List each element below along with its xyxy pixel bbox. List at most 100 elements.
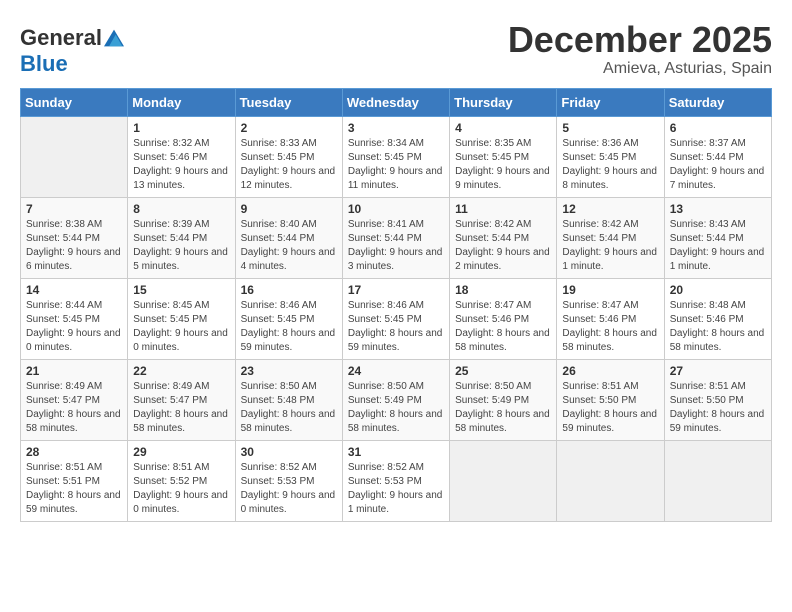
day-of-week-header: Thursday: [450, 88, 557, 116]
calendar-cell: 11 Sunrise: 8:42 AMSunset: 5:44 PMDayligh…: [450, 197, 557, 278]
day-detail: Sunrise: 8:33 AMSunset: 5:45 PMDaylight:…: [241, 137, 337, 193]
day-number: 2: [241, 121, 337, 135]
calendar-cell: 30 Sunrise: 8:52 AMSunset: 5:53 PMDayligh…: [235, 440, 342, 521]
day-number: 22: [133, 364, 229, 378]
day-number: 1: [133, 121, 229, 135]
day-number: 15: [133, 283, 229, 297]
day-detail: Sunrise: 8:37 AMSunset: 5:44 PMDaylight:…: [670, 137, 766, 193]
day-header-row: SundayMondayTuesdayWednesdayThursdayFrid…: [21, 88, 772, 116]
day-of-week-header: Wednesday: [342, 88, 449, 116]
day-detail: Sunrise: 8:49 AMSunset: 5:47 PMDaylight:…: [133, 380, 229, 436]
day-number: 31: [348, 445, 444, 459]
day-detail: Sunrise: 8:42 AMSunset: 5:44 PMDaylight:…: [455, 218, 551, 274]
day-detail: Sunrise: 8:47 AMSunset: 5:46 PMDaylight:…: [455, 299, 551, 355]
day-detail: Sunrise: 8:36 AMSunset: 5:45 PMDaylight:…: [562, 137, 658, 193]
calendar-cell: 19 Sunrise: 8:47 AMSunset: 5:46 PMDayligh…: [557, 278, 664, 359]
page-header: General Blue December 2025 Amieva, Astur…: [20, 20, 772, 78]
day-detail: Sunrise: 8:49 AMSunset: 5:47 PMDaylight:…: [26, 380, 122, 436]
calendar-cell: 31Sunrise: 8:52 AMSunset: 5:53 PMDayligh…: [342, 440, 449, 521]
day-detail: Sunrise: 8:52 AMSunset: 5:53 PMDaylight:…: [241, 461, 337, 517]
day-detail: Sunrise: 8:43 AMSunset: 5:44 PMDaylight:…: [670, 218, 766, 274]
day-number: 21: [26, 364, 122, 378]
day-number: 9: [241, 202, 337, 216]
calendar-cell: [664, 440, 771, 521]
day-number: 26: [562, 364, 658, 378]
day-detail: Sunrise: 8:45 AMSunset: 5:45 PMDaylight:…: [133, 299, 229, 355]
day-detail: Sunrise: 8:32 AMSunset: 5:46 PMDaylight:…: [133, 137, 229, 193]
day-detail: Sunrise: 8:51 AMSunset: 5:50 PMDaylight:…: [670, 380, 766, 436]
calendar-cell: 2 Sunrise: 8:33 AMSunset: 5:45 PMDaylight…: [235, 116, 342, 197]
calendar-cell: 20Sunrise: 8:48 AMSunset: 5:46 PMDayligh…: [664, 278, 771, 359]
day-detail: Sunrise: 8:46 AMSunset: 5:45 PMDaylight:…: [348, 299, 444, 355]
day-number: 28: [26, 445, 122, 459]
day-detail: Sunrise: 8:34 AMSunset: 5:45 PMDaylight:…: [348, 137, 444, 193]
day-number: 19: [562, 283, 658, 297]
day-number: 29: [133, 445, 229, 459]
day-number: 27: [670, 364, 766, 378]
day-detail: Sunrise: 8:39 AMSunset: 5:44 PMDaylight:…: [133, 218, 229, 274]
day-of-week-header: Saturday: [664, 88, 771, 116]
calendar-cell: 25Sunrise: 8:50 AMSunset: 5:49 PMDayligh…: [450, 359, 557, 440]
day-number: 13: [670, 202, 766, 216]
day-detail: Sunrise: 8:41 AMSunset: 5:44 PMDaylight:…: [348, 218, 444, 274]
calendar-week-row: 1 Sunrise: 8:32 AMSunset: 5:46 PMDaylight…: [21, 116, 772, 197]
day-number: 4: [455, 121, 551, 135]
logo-blue-text: Blue: [20, 51, 68, 77]
calendar-cell: 9 Sunrise: 8:40 AMSunset: 5:44 PMDaylight…: [235, 197, 342, 278]
day-detail: Sunrise: 8:51 AMSunset: 5:51 PMDaylight:…: [26, 461, 122, 517]
calendar-cell: 1 Sunrise: 8:32 AMSunset: 5:46 PMDaylight…: [128, 116, 235, 197]
day-number: 14: [26, 283, 122, 297]
calendar-week-row: 14Sunrise: 8:44 AMSunset: 5:45 PMDayligh…: [21, 278, 772, 359]
calendar-cell: 18 Sunrise: 8:47 AMSunset: 5:46 PMDayligh…: [450, 278, 557, 359]
calendar-cell: 13 Sunrise: 8:43 AMSunset: 5:44 PMDayligh…: [664, 197, 771, 278]
calendar-cell: 16Sunrise: 8:46 AMSunset: 5:45 PMDayligh…: [235, 278, 342, 359]
logo-icon: [104, 28, 124, 48]
location-title: Amieva, Asturias, Spain: [508, 60, 772, 78]
calendar-cell: 26Sunrise: 8:51 AMSunset: 5:50 PMDayligh…: [557, 359, 664, 440]
calendar-cell: 12 Sunrise: 8:42 AMSunset: 5:44 PMDayligh…: [557, 197, 664, 278]
calendar-cell: 3 Sunrise: 8:34 AMSunset: 5:45 PMDaylight…: [342, 116, 449, 197]
day-number: 5: [562, 121, 658, 135]
day-detail: Sunrise: 8:42 AMSunset: 5:44 PMDaylight:…: [562, 218, 658, 274]
day-number: 3: [348, 121, 444, 135]
day-detail: Sunrise: 8:35 AMSunset: 5:45 PMDaylight:…: [455, 137, 551, 193]
day-detail: Sunrise: 8:40 AMSunset: 5:44 PMDaylight:…: [241, 218, 337, 274]
day-number: 18: [455, 283, 551, 297]
day-detail: Sunrise: 8:50 AMSunset: 5:48 PMDaylight:…: [241, 380, 337, 436]
calendar-cell: 24 Sunrise: 8:50 AMSunset: 5:49 PMDayligh…: [342, 359, 449, 440]
day-detail: Sunrise: 8:47 AMSunset: 5:46 PMDaylight:…: [562, 299, 658, 355]
day-number: 8: [133, 202, 229, 216]
day-detail: Sunrise: 8:38 AMSunset: 5:44 PMDaylight:…: [26, 218, 122, 274]
day-number: 12: [562, 202, 658, 216]
day-detail: Sunrise: 8:50 AMSunset: 5:49 PMDaylight:…: [455, 380, 551, 436]
day-number: 10: [348, 202, 444, 216]
day-of-week-header: Friday: [557, 88, 664, 116]
day-of-week-header: Monday: [128, 88, 235, 116]
calendar-cell: 23 Sunrise: 8:50 AMSunset: 5:48 PMDayligh…: [235, 359, 342, 440]
calendar-cell: 8 Sunrise: 8:39 AMSunset: 5:44 PMDaylight…: [128, 197, 235, 278]
calendar-cell: 6 Sunrise: 8:37 AMSunset: 5:44 PMDaylight…: [664, 116, 771, 197]
calendar-cell: 5 Sunrise: 8:36 AMSunset: 5:45 PMDaylight…: [557, 116, 664, 197]
calendar-cell: 15 Sunrise: 8:45 AMSunset: 5:45 PMDayligh…: [128, 278, 235, 359]
day-detail: Sunrise: 8:50 AMSunset: 5:49 PMDaylight:…: [348, 380, 444, 436]
day-number: 6: [670, 121, 766, 135]
calendar-cell: 17Sunrise: 8:46 AMSunset: 5:45 PMDayligh…: [342, 278, 449, 359]
calendar-cell: 14Sunrise: 8:44 AMSunset: 5:45 PMDayligh…: [21, 278, 128, 359]
calendar-cell: [557, 440, 664, 521]
day-number: 23: [241, 364, 337, 378]
day-number: 30: [241, 445, 337, 459]
day-number: 24: [348, 364, 444, 378]
day-detail: Sunrise: 8:46 AMSunset: 5:45 PMDaylight:…: [241, 299, 337, 355]
day-detail: Sunrise: 8:48 AMSunset: 5:46 PMDaylight:…: [670, 299, 766, 355]
calendar-cell: [450, 440, 557, 521]
calendar-week-row: 7 Sunrise: 8:38 AMSunset: 5:44 PMDaylight…: [21, 197, 772, 278]
logo-general-text: General: [20, 25, 102, 51]
logo: General Blue: [20, 25, 124, 77]
calendar-cell: 29Sunrise: 8:51 AMSunset: 5:52 PMDayligh…: [128, 440, 235, 521]
day-number: 11: [455, 202, 551, 216]
day-number: 7: [26, 202, 122, 216]
title-block: December 2025 Amieva, Asturias, Spain: [508, 20, 772, 78]
month-title: December 2025: [508, 20, 772, 60]
calendar-cell: [21, 116, 128, 197]
calendar-table: SundayMondayTuesdayWednesdayThursdayFrid…: [20, 88, 772, 522]
